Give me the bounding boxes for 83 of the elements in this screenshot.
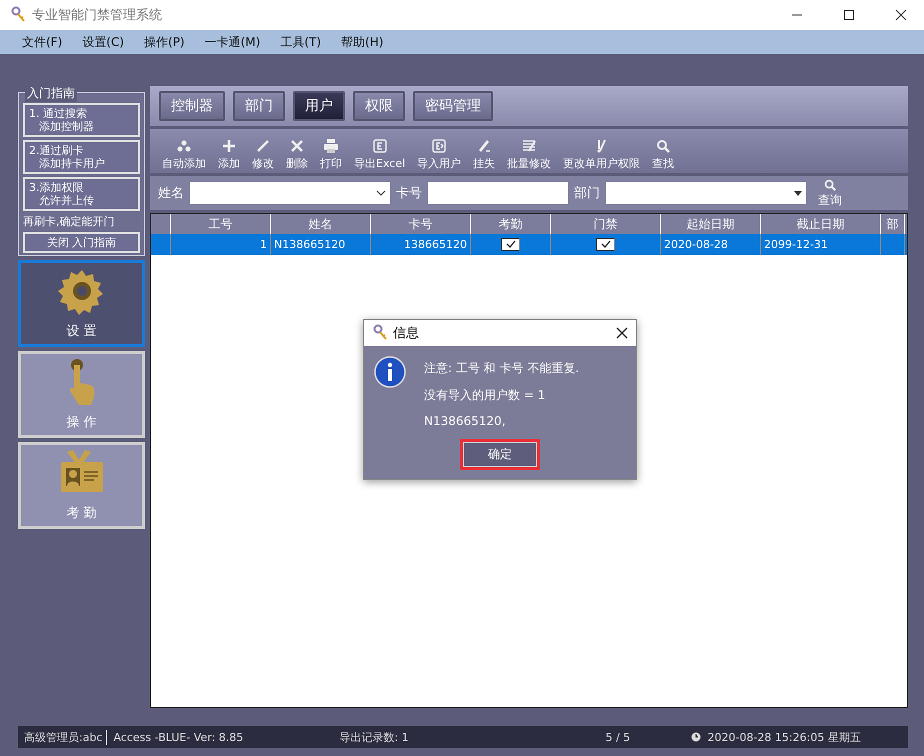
dialog-title: 信息 bbox=[393, 325, 420, 342]
tool-icon bbox=[476, 138, 492, 154]
tool-icon bbox=[372, 138, 388, 154]
dialog-message: N138665120, bbox=[424, 414, 507, 428]
close-icon[interactable] bbox=[616, 327, 628, 339]
tool-icon bbox=[255, 138, 271, 154]
dialog-message: 注意: 工号 和 卡号 不能重复. bbox=[424, 360, 580, 377]
menu-item[interactable]: 设置(C) bbox=[74, 32, 132, 52]
menu-item[interactable]: 工具(T) bbox=[272, 32, 330, 52]
nav-item[interactable]: 设 置 bbox=[18, 260, 145, 347]
toolbar-button[interactable]: 打印 bbox=[320, 138, 342, 171]
checkbox[interactable] bbox=[596, 238, 615, 251]
tool-icon bbox=[176, 138, 192, 154]
page-status: 5 / 5 bbox=[605, 730, 632, 744]
close-icon[interactable] bbox=[895, 9, 907, 21]
clock-icon bbox=[691, 732, 702, 742]
gear-icon bbox=[58, 270, 102, 315]
window-title: 专业智能门禁管理系统 bbox=[32, 7, 163, 24]
search-icon bbox=[823, 178, 837, 192]
tab[interactable]: 权限 bbox=[353, 91, 405, 121]
toolbar-button[interactable]: 修改 bbox=[252, 138, 274, 171]
toolbar-button[interactable]: 导出Excel bbox=[354, 138, 406, 171]
guide-title: 入门指南 bbox=[25, 85, 77, 102]
card-input-field[interactable] bbox=[428, 182, 568, 204]
query-button[interactable]: 查询 bbox=[818, 178, 842, 208]
check-icon bbox=[505, 239, 516, 250]
tab[interactable]: 控制器 bbox=[159, 91, 225, 121]
tab[interactable]: 部门 bbox=[233, 91, 285, 121]
tool-icon bbox=[521, 138, 538, 154]
maximize-icon[interactable] bbox=[843, 9, 855, 21]
datetime-status: 2020-08-28 15:26:05 星期五 bbox=[707, 730, 861, 744]
nav-label: 考 勤 bbox=[66, 505, 97, 522]
toolbar-button[interactable]: 批量修改 bbox=[507, 138, 552, 171]
id-card-icon bbox=[60, 450, 102, 492]
table-cell: N138665120 bbox=[271, 234, 371, 255]
nav-label: 操 作 bbox=[66, 414, 97, 431]
ok-button[interactable]: 确定 bbox=[463, 442, 537, 467]
toolbar-button[interactable]: 添加 bbox=[218, 138, 240, 171]
card-label: 卡号 bbox=[396, 185, 422, 202]
version-status: Access -BLUE- Ver: 8.85 bbox=[113, 730, 244, 744]
toolbar-button[interactable]: 更改单用户权限 bbox=[563, 138, 640, 171]
table-cell: 138665120 bbox=[371, 234, 471, 255]
user-status: 高级管理员:abc bbox=[24, 730, 108, 744]
dept-label: 部门 bbox=[574, 185, 600, 202]
key-icon bbox=[10, 6, 26, 24]
tool-icon bbox=[221, 138, 237, 154]
guide-step-button[interactable]: 2.通过刷卡 添加持卡用户 bbox=[23, 140, 140, 174]
tool-icon bbox=[323, 138, 339, 154]
close-guide-button[interactable]: 关闭 入门指南 bbox=[23, 232, 140, 253]
check-icon bbox=[600, 239, 611, 250]
table-row[interactable]: 1 N138665120 138665120 2020-08-28 2099-12-31 bbox=[151, 234, 907, 255]
menu-item[interactable]: 文件(F) bbox=[14, 32, 70, 52]
toolbar-button[interactable]: 挂失 bbox=[473, 138, 496, 171]
toolbar-button[interactable]: 自动添加 bbox=[162, 138, 206, 171]
guide-note: 再刷卡,确定能开门 bbox=[23, 214, 116, 229]
menu-item[interactable]: 一卡通(M) bbox=[196, 32, 268, 52]
toolbar-button[interactable]: 导入用户 bbox=[417, 138, 462, 171]
nav-item[interactable]: 考 勤 bbox=[18, 442, 145, 529]
guide-step-button[interactable]: 3.添加权限 允许并上传 bbox=[23, 177, 140, 211]
info-icon bbox=[374, 356, 406, 388]
dropdown-icon bbox=[376, 190, 386, 196]
checkbox[interactable] bbox=[501, 238, 520, 251]
toolbar-button[interactable]: 查找 bbox=[652, 138, 674, 171]
nav-item[interactable]: 操 作 bbox=[18, 351, 145, 438]
table-cell: 2020-08-28 bbox=[661, 234, 761, 255]
dialog-message: 没有导入的用户数 = 1 bbox=[424, 387, 546, 404]
tool-icon bbox=[289, 138, 305, 154]
menu-item[interactable]: 操作(P) bbox=[136, 32, 193, 52]
table-cell: 2099-12-31 bbox=[761, 234, 881, 255]
records-status: 导出记录数: 1 bbox=[339, 730, 410, 744]
pointing-hand-icon bbox=[69, 359, 94, 405]
nav-label: 设 置 bbox=[66, 323, 97, 340]
table-cell: 1 bbox=[171, 234, 271, 255]
tab[interactable]: 密码管理 bbox=[413, 91, 493, 121]
name-label: 姓名 bbox=[158, 185, 184, 202]
dropdown-icon bbox=[794, 190, 802, 196]
guide-step-button[interactable]: 1. 通过搜索 添加控制器 bbox=[23, 103, 140, 137]
tool-icon bbox=[431, 138, 448, 154]
tool-icon bbox=[655, 138, 672, 154]
menu-item[interactable]: 帮助(H) bbox=[333, 32, 392, 52]
tab[interactable]: 用户 bbox=[293, 91, 345, 121]
key-icon bbox=[372, 324, 388, 342]
toolbar-button[interactable]: 删除 bbox=[286, 138, 308, 171]
